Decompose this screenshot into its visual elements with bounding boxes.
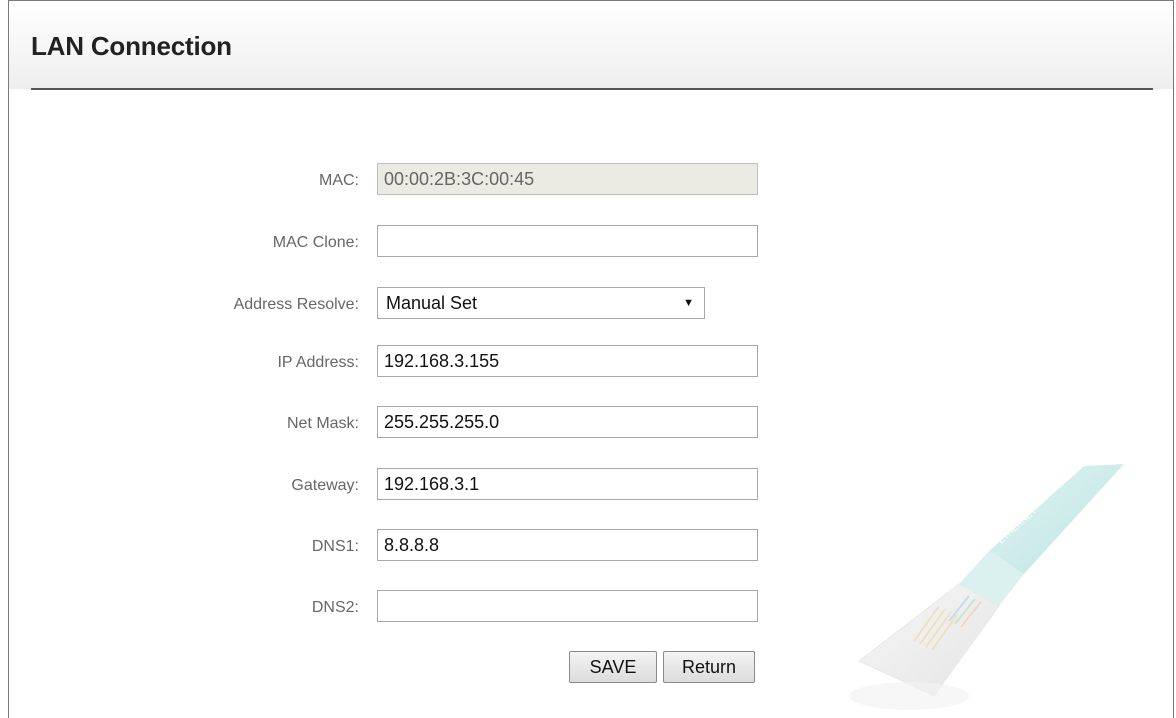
page-title: LAN Connection: [31, 31, 232, 61]
lan-connection-panel: LAN Connection MAC: MAC Clone: Address R…: [8, 0, 1174, 718]
ip-address-row: IP Address:: [9, 345, 1173, 379]
button-row: SAVE Return: [9, 651, 1173, 685]
dns1-input[interactable]: [377, 529, 758, 561]
mac-field: [377, 163, 758, 195]
dns1-label: DNS1:: [311, 538, 359, 555]
save-button[interactable]: SAVE: [569, 651, 657, 683]
address-resolve-row: Address Resolve: Manual Set ▼: [9, 287, 1173, 321]
header-divider: [31, 88, 1153, 90]
gateway-input[interactable]: [377, 468, 758, 500]
dns1-row: DNS1:: [9, 529, 1173, 563]
dns2-label: DNS2:: [311, 599, 359, 616]
address-resolve-label: Address Resolve:: [233, 296, 359, 313]
return-button[interactable]: Return: [663, 651, 755, 683]
net-mask-row: Net Mask:: [9, 406, 1173, 440]
address-resolve-select[interactable]: Manual Set ▼: [377, 287, 705, 319]
mac-clone-label: MAC Clone:: [272, 234, 359, 251]
dns2-input[interactable]: [377, 590, 758, 622]
panel-header: LAN Connection: [9, 1, 1173, 89]
dropdown-arrow-icon: ▼: [683, 297, 694, 309]
gateway-row: Gateway:: [9, 468, 1173, 502]
mac-clone-input[interactable]: [377, 225, 758, 257]
gateway-label: Gateway:: [291, 477, 359, 494]
mac-label: MAC:: [319, 172, 359, 189]
ip-address-label: IP Address:: [277, 354, 359, 371]
dns2-row: DNS2:: [9, 590, 1173, 624]
net-mask-input[interactable]: [377, 406, 758, 438]
ip-address-input[interactable]: [377, 345, 758, 377]
address-resolve-selected: Manual Set: [386, 293, 478, 313]
mac-clone-row: MAC Clone:: [9, 225, 1173, 259]
mac-row: MAC:: [9, 163, 1173, 197]
net-mask-label: Net Mask:: [286, 415, 359, 432]
